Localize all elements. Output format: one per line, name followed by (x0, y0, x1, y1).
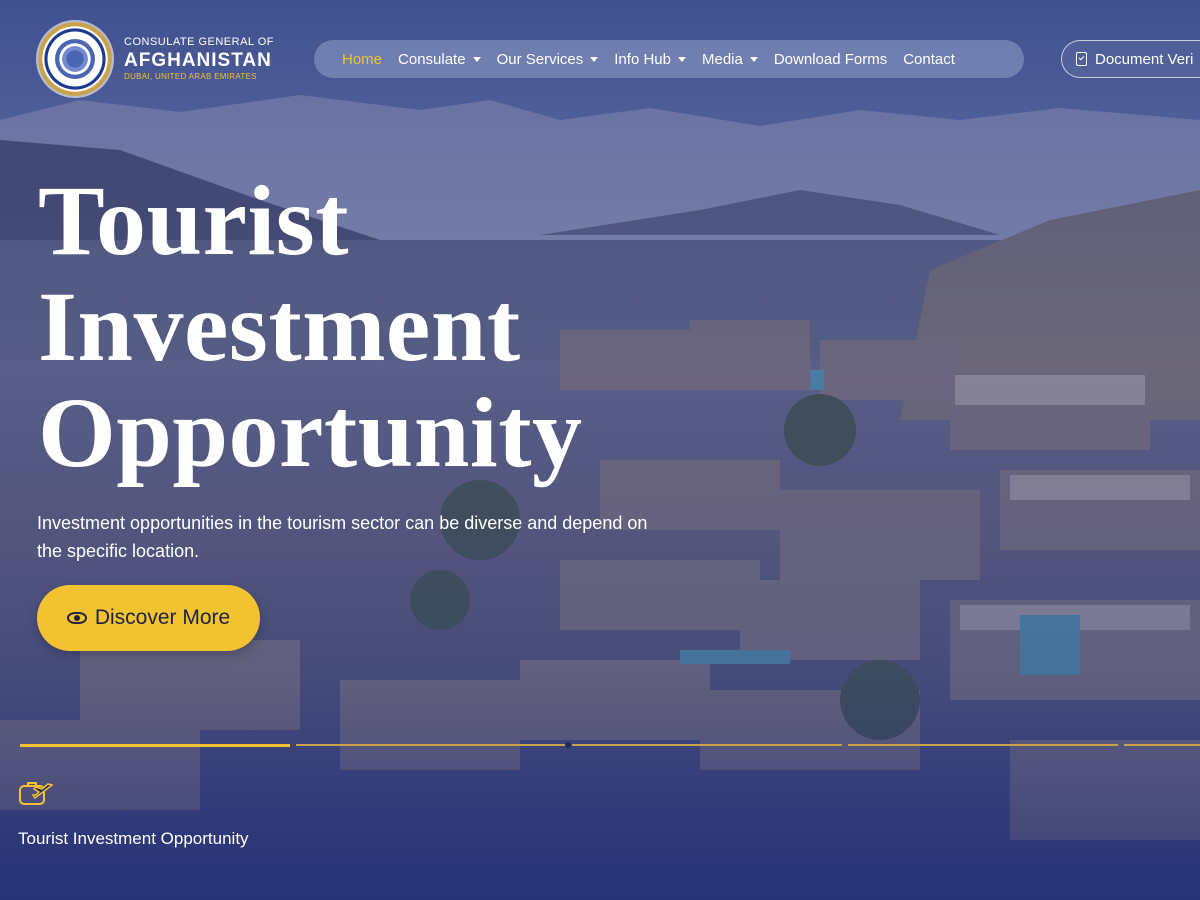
slide-progress-bar[interactable] (296, 744, 566, 746)
document-verification-button[interactable]: Document Veri (1061, 40, 1200, 78)
hero-description: Investment opportunities in the tourism … (37, 513, 648, 561)
chevron-down-icon (677, 56, 686, 62)
slide-divider-dot (565, 742, 571, 748)
nav-item-label: Contact (903, 50, 955, 68)
slide-progress-bar[interactable] (848, 744, 1118, 746)
chevron-down-icon (749, 56, 758, 62)
nav-item-our-services[interactable]: Our Services (497, 51, 599, 68)
hero-title-line: Tourist (38, 165, 350, 276)
suitcase-plane-icon (19, 782, 54, 805)
nav-item-contact[interactable]: Contact (903, 51, 955, 68)
discover-more-button[interactable]: Discover More (37, 585, 260, 651)
slide-progress-bar[interactable] (1124, 744, 1200, 746)
emblem-seal-icon (38, 22, 112, 96)
nav-item-media[interactable]: Media (702, 51, 758, 68)
nav-item-home[interactable]: Home (342, 51, 382, 68)
hero-title: Tourist Investment Opportunity (38, 168, 678, 486)
slide-progress-bar-active[interactable] (20, 743, 290, 747)
consulate-logo[interactable]: CONSULATE GENERAL OF AFGHANISTAN DUBAI, … (38, 22, 274, 96)
nav-item-label: Media (701, 50, 743, 68)
logo-main-text: AFGHANISTAN (124, 50, 272, 71)
main-nav: Home Consulate Our Services Info Hub Med… (314, 40, 1024, 78)
hero-title-line: Investment (38, 271, 521, 382)
nav-item-label: Download Forms (773, 50, 888, 68)
nav-item-label: Home (342, 50, 383, 68)
hero-title-line: Opportunity (38, 377, 583, 488)
logo-text: CONSULATE GENERAL OF AFGHANISTAN DUBAI, … (124, 37, 274, 81)
nav-item-label: Our Services (496, 50, 584, 68)
logo-sub-text: DUBAI, UNITED ARAB EMIRATES (124, 72, 257, 81)
logo-top-text: CONSULATE GENERAL OF (124, 36, 274, 48)
document-check-icon (1076, 52, 1087, 66)
eye-icon (66, 612, 87, 624)
nav-item-info-hub[interactable]: Info Hub (614, 51, 686, 68)
slide-progress-bar[interactable] (572, 744, 842, 746)
slide-tab-tourist-investment[interactable]: Tourist Investment Opportunity (18, 778, 249, 849)
nav-item-label: Info Hub (614, 50, 671, 68)
chevron-down-icon (472, 56, 481, 62)
chevron-down-icon (590, 56, 599, 62)
nav-item-consulate[interactable]: Consulate (398, 51, 481, 68)
nav-item-download-forms[interactable]: Download Forms (774, 51, 887, 68)
document-button-label: Document Veri (1095, 50, 1194, 68)
slide-tab-label: Tourist Investment Opportunity (18, 829, 249, 848)
slide-progress (20, 742, 1200, 748)
nav-item-label: Consulate (398, 50, 466, 68)
cta-label: Discover More (94, 606, 231, 629)
